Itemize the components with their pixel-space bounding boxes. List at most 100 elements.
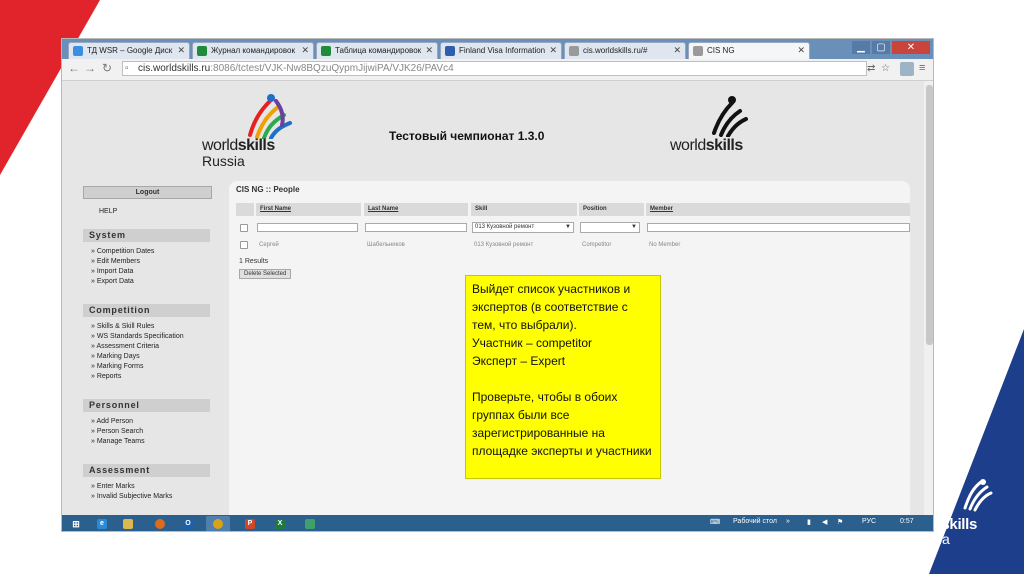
minimize-button[interactable]: ▁ xyxy=(852,41,870,54)
sheets-icon xyxy=(321,46,331,56)
extension-icon[interactable] xyxy=(900,62,914,76)
url-path: :8086/tctest/VJK-Nw8BQzuQypmJijwiPA/VJK2… xyxy=(210,63,454,74)
menu-manage-teams[interactable]: » Manage Teams xyxy=(91,438,145,445)
sidebar: Logout HELP System » Competition Dates »… xyxy=(62,181,217,515)
tray-expand-icon[interactable]: » xyxy=(786,518,790,525)
url-host: cis.worldskills.ru xyxy=(138,63,211,74)
tab-cis-worldskills[interactable]: cis.worldskills.ru/# ✕ xyxy=(564,42,686,59)
menu-person-search[interactable]: » Person Search xyxy=(91,428,143,435)
page-info-icon[interactable]: ▫ xyxy=(125,63,137,75)
taskbar-explorer[interactable] xyxy=(116,516,140,531)
callout-line: Проверьте, чтобы в обоих группах были вс… xyxy=(472,390,652,458)
close-icon[interactable]: ✕ xyxy=(673,45,681,56)
desktop-toolbar-label[interactable]: Рабочий стол xyxy=(733,518,777,525)
taskbar-chrome[interactable] xyxy=(206,516,230,531)
start-button[interactable]: ⊞ xyxy=(64,516,88,531)
panel-title: CIS NG :: People xyxy=(236,185,300,194)
logout-button[interactable]: Logout xyxy=(83,186,212,199)
cell-first-name: Сергей xyxy=(259,242,279,248)
worldskills-logo: worldskills xyxy=(670,96,760,159)
close-icon[interactable]: ✕ xyxy=(425,45,433,56)
tray-clock[interactable]: 0:57 xyxy=(900,518,914,525)
taskbar-powerpoint[interactable]: P xyxy=(238,516,262,531)
taskbar-excel[interactable]: X xyxy=(268,516,292,531)
menu-competition-dates[interactable]: » Competition Dates xyxy=(91,248,154,255)
maximize-button[interactable]: ▢ xyxy=(872,41,890,54)
logo-word-bold: skills xyxy=(237,137,276,154)
menu-reports[interactable]: » Reports xyxy=(91,373,121,380)
instruction-callout: Выйдет список участников и экспертов (в … xyxy=(465,275,661,479)
taskbar-app[interactable] xyxy=(298,516,322,531)
folder-icon xyxy=(123,519,133,529)
menu-marking-forms[interactable]: » Marking Forms xyxy=(91,363,144,370)
first-name-filter-input[interactable] xyxy=(257,223,358,232)
filter-checkbox[interactable] xyxy=(240,224,248,232)
menu-enter-marks[interactable]: » Enter Marks xyxy=(91,483,135,490)
translate-icon[interactable]: ⇄ xyxy=(867,63,879,75)
last-name-filter-input[interactable] xyxy=(365,223,467,232)
header-member[interactable]: Member xyxy=(646,203,910,216)
browser-window: ТД WSR – Google Диск ✕ Журнал командиров… xyxy=(61,38,934,532)
position-filter-select[interactable]: ▼ xyxy=(580,222,640,233)
tab-cis-ng[interactable]: CIS NG ✕ xyxy=(688,42,810,59)
forward-arrow-icon[interactable]: → xyxy=(84,61,96,75)
results-count: 1 Results xyxy=(239,258,269,265)
row-checkbox[interactable] xyxy=(240,241,248,249)
help-link[interactable]: HELP xyxy=(99,208,117,215)
window-close-button[interactable]: ✕ xyxy=(892,41,930,54)
tab-journal[interactable]: Журнал командировок ✕ xyxy=(192,42,314,59)
tab-finland-visa[interactable]: Finland Visa Information ✕ xyxy=(440,42,562,59)
menu-export-data[interactable]: » Export Data xyxy=(91,278,134,285)
taskbar-firefox[interactable] xyxy=(148,516,172,531)
callout-line: Эксперт – Expert xyxy=(472,354,566,368)
header-last-name[interactable]: Last Name xyxy=(364,203,468,216)
reload-icon[interactable]: ↻ xyxy=(102,61,112,75)
skill-filter-select[interactable]: 013 Кузовной ремонт ▼ xyxy=(472,222,574,233)
callout-line: Участник – competitor xyxy=(472,336,592,350)
excel-icon: X xyxy=(275,519,285,529)
tray-flag-icon[interactable]: ⚑ xyxy=(837,518,843,526)
menu-assessment-criteria[interactable]: » Assessment Criteria xyxy=(91,343,159,350)
callout-line: Выйдет список участников и экспертов (в … xyxy=(472,282,631,332)
taskbar-outlook[interactable]: O xyxy=(176,516,200,531)
url-field[interactable]: ▫ cis.worldskills.ru:8086/tctest/VJK-Nw8… xyxy=(122,61,867,76)
scrollbar-thumb[interactable] xyxy=(926,85,933,345)
close-icon[interactable]: ✕ xyxy=(549,45,557,56)
worldskills-russia-logo: worldskills Russia xyxy=(202,93,292,169)
menu-edit-members[interactable]: » Edit Members xyxy=(91,258,140,265)
header-position: Position xyxy=(579,203,644,216)
tray-keyboard-icon[interactable]: ⌨ xyxy=(710,518,720,526)
close-icon[interactable]: ✕ xyxy=(301,45,309,56)
tab-google-drive[interactable]: ТД WSR – Google Диск ✕ xyxy=(68,42,190,59)
tray-volume-icon[interactable]: ◀ xyxy=(822,518,827,526)
tray-language[interactable]: РУС xyxy=(862,518,876,525)
taskbar-ie[interactable]: e xyxy=(90,516,114,531)
close-icon[interactable]: ✕ xyxy=(797,45,805,56)
outlook-icon: O xyxy=(183,519,193,529)
menu-icon[interactable]: ≡ xyxy=(919,62,931,74)
internet-explorer-icon: e xyxy=(97,519,107,529)
flag-icon xyxy=(445,46,455,56)
menu-add-person[interactable]: » Add Person xyxy=(91,418,133,425)
header-first-name[interactable]: First Name xyxy=(256,203,361,216)
back-arrow-icon[interactable]: ← xyxy=(68,61,80,75)
menu-ws-standards[interactable]: » WS Standards Specification xyxy=(91,333,184,340)
section-competition: Competition xyxy=(83,304,210,317)
google-drive-icon xyxy=(73,46,83,56)
tab-bar: ТД WSR – Google Диск ✕ Журнал командиров… xyxy=(62,39,933,59)
close-icon[interactable]: ✕ xyxy=(177,45,185,56)
tab-label: Журнал командировок xyxy=(211,46,295,55)
bookmark-star-icon[interactable]: ☆ xyxy=(881,63,893,75)
menu-invalid-subjective-marks[interactable]: » Invalid Subjective Marks xyxy=(91,493,172,500)
logo-russia: Russia xyxy=(202,153,245,169)
menu-skills-rules[interactable]: » Skills & Skill Rules xyxy=(91,323,154,330)
sheets-icon xyxy=(197,46,207,56)
tray-network-icon[interactable]: ▮ xyxy=(807,518,811,526)
tab-label: cis.worldskills.ru/# xyxy=(583,46,648,55)
menu-marking-days[interactable]: » Marking Days xyxy=(91,353,140,360)
tab-table[interactable]: Таблица командировок ✕ xyxy=(316,42,438,59)
menu-import-data[interactable]: » Import Data xyxy=(91,268,133,275)
vertical-scrollbar[interactable] xyxy=(924,81,933,515)
delete-selected-button[interactable]: Delete Selected xyxy=(239,269,292,279)
member-filter-input[interactable] xyxy=(647,223,910,232)
